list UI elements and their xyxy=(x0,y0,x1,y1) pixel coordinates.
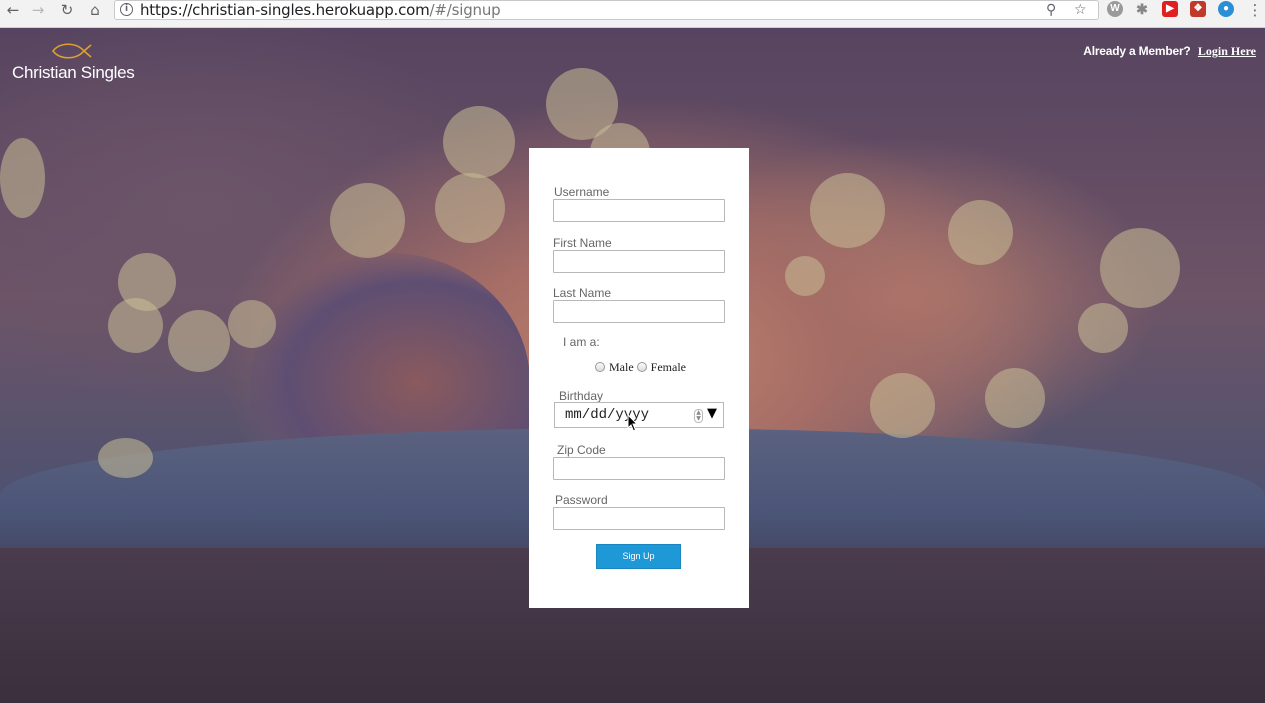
male-radio[interactable] xyxy=(595,362,605,372)
bokeh xyxy=(1100,228,1180,308)
bookmark-star-icon[interactable]: ☆ xyxy=(1074,1,1087,19)
back-icon[interactable]: ← xyxy=(3,0,23,20)
zip-code-label: Zip Code xyxy=(557,443,606,457)
first-name-label: First Name xyxy=(553,236,612,250)
password-label: Password xyxy=(555,493,608,507)
male-label: Male xyxy=(609,360,634,374)
url-text: https://christian-singles.herokuapp.com/… xyxy=(140,1,501,19)
bokeh xyxy=(108,298,163,353)
date-spinner-icon[interactable]: ▲ ▼ xyxy=(694,409,703,423)
bokeh xyxy=(985,368,1045,428)
bokeh xyxy=(330,183,405,258)
youtube-extension-icon[interactable]: ▶ xyxy=(1162,1,1178,17)
home-icon[interactable]: ⌂ xyxy=(85,0,105,20)
last-name-input[interactable] xyxy=(553,300,725,323)
reload-icon[interactable]: ↻ xyxy=(57,0,77,20)
gender-options: Male Female xyxy=(595,360,686,375)
bokeh xyxy=(98,438,153,478)
blue-extension-icon[interactable]: ● xyxy=(1218,1,1234,17)
username-label: Username xyxy=(554,185,610,199)
female-radio[interactable] xyxy=(636,362,647,372)
info-icon[interactable]: i xyxy=(120,3,133,16)
bokeh xyxy=(443,106,515,178)
gender-label: I am a: xyxy=(563,335,600,349)
username-input[interactable] xyxy=(553,199,725,222)
first-name-input[interactable] xyxy=(553,250,725,273)
login-link[interactable]: Login Here xyxy=(1198,44,1256,58)
member-prompt: Already a Member? xyxy=(1083,44,1191,58)
bokeh xyxy=(435,173,505,243)
bokeh xyxy=(785,256,825,296)
sign-up-button[interactable]: Sign Up xyxy=(596,544,681,569)
address-bar[interactable]: i https://christian-singles.herokuapp.co… xyxy=(114,0,1099,20)
bokeh xyxy=(0,138,45,218)
mouse-cursor-icon xyxy=(627,414,639,432)
password-input[interactable] xyxy=(553,507,725,530)
birthday-input[interactable]: mm/dd/yyyy ▲ ▼ ▼ xyxy=(554,402,724,428)
bokeh xyxy=(228,300,276,348)
member-login-area: Already a Member? Login Here xyxy=(1083,44,1256,59)
bokeh xyxy=(810,173,885,248)
menu-icon[interactable]: ⋮ xyxy=(1245,0,1265,20)
signup-form: Username First Name Last Name I am a: Ma… xyxy=(529,148,749,608)
birthday-label: Birthday xyxy=(559,389,604,403)
bokeh xyxy=(948,200,1013,265)
date-dropdown-icon[interactable]: ▼ xyxy=(707,406,717,421)
forward-icon[interactable]: → xyxy=(28,0,48,20)
w-extension-icon[interactable]: W xyxy=(1107,1,1123,17)
brand-name: Christian Singles xyxy=(12,63,135,82)
last-name-label: Last Name xyxy=(553,286,612,300)
fish-icon xyxy=(52,43,92,59)
bokeh xyxy=(168,310,230,372)
bokeh xyxy=(870,373,935,438)
zip-code-input[interactable] xyxy=(553,457,725,480)
page-background: Christian Singles Already a Member? Logi… xyxy=(0,28,1265,703)
red-extension-icon[interactable]: ❖ xyxy=(1190,1,1206,17)
puzzle-extension-icon[interactable]: ✱ xyxy=(1134,1,1150,17)
browser-toolbar: ← → ↻ ⌂ i https://christian-singles.hero… xyxy=(0,0,1265,28)
bokeh xyxy=(1078,303,1128,353)
zoom-icon[interactable]: ⚲ xyxy=(1046,1,1056,19)
female-label: Female xyxy=(650,360,686,374)
